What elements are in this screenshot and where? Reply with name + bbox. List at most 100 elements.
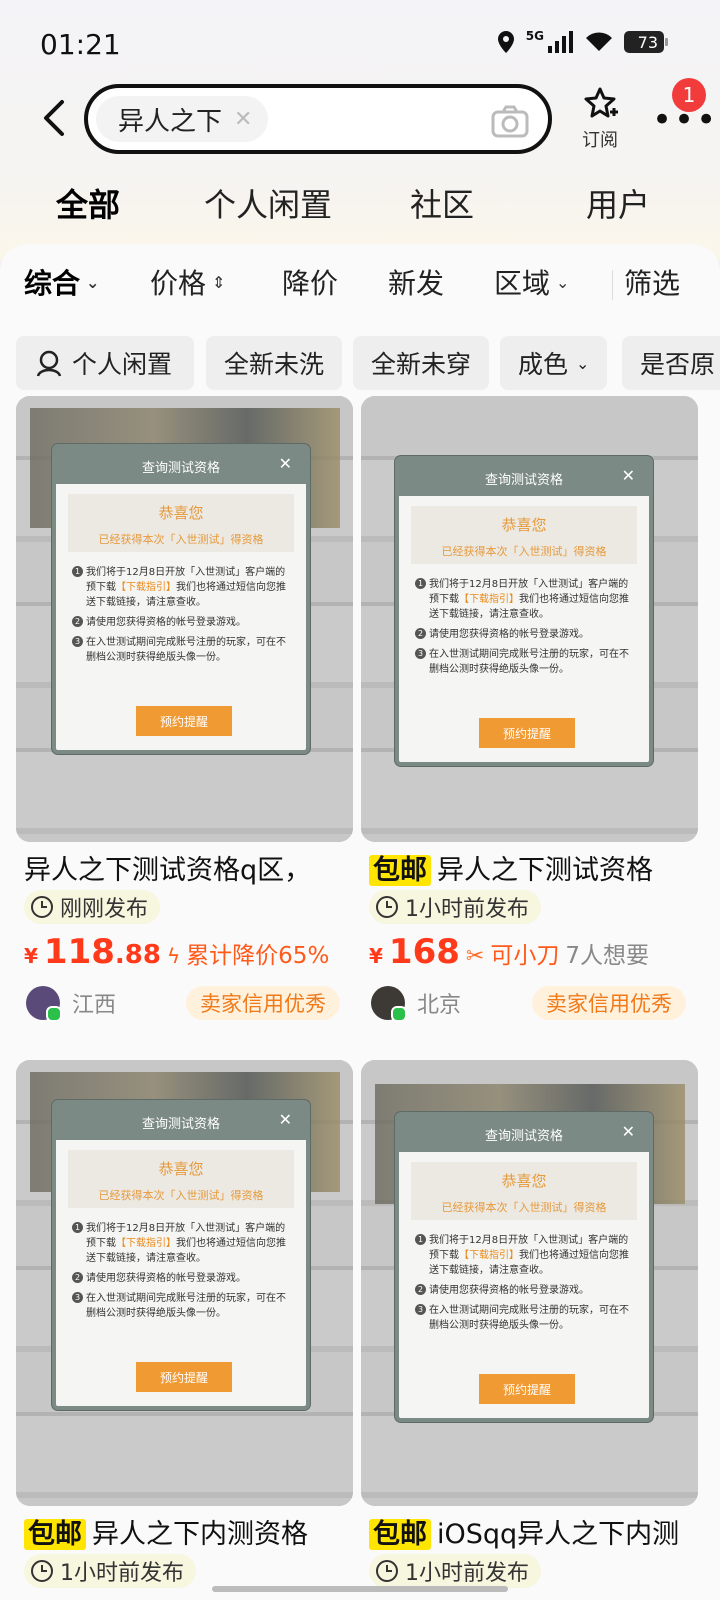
filter-condition-label: 成色 (518, 350, 569, 379)
dialog-item-3: 在入世测试期间完成账号注册的玩家，可在不删档公测时获得绝版头像一份。 (429, 1305, 629, 1331)
sort-price[interactable]: 价格 ⇕ (150, 262, 225, 302)
clock-icon (376, 896, 398, 918)
listing-title-text: 异人之下内测资格 (92, 1519, 308, 1550)
filter-brand-new-unworn[interactable]: 全新未穿 (353, 336, 490, 390)
home-indicator[interactable] (212, 1586, 508, 1592)
dialog-screenshot: 查询测试资格 ✕ 恭喜您 已经获得本次「入世测试」得资格 1 我们将于12月8日开放「… (395, 456, 653, 766)
sort-toggle-icon: ⇕ (212, 272, 226, 292)
filter-brand-new-unwashed[interactable]: 全新未洗 (206, 336, 343, 390)
subscribe-label: 订阅 (582, 130, 618, 151)
dialog-item-1-link: 【下载指引】 (116, 582, 176, 593)
dialog-item-2: 请使用您获得资格的帐号登录游戏。 (86, 617, 246, 628)
knife-icon: ✂ (465, 944, 485, 969)
dialog-item-2: 请使用您获得资格的帐号登录游戏。 (429, 629, 589, 640)
currency-symbol: ¥ (369, 944, 383, 968)
dialog-item-2: 请使用您获得资格的帐号登录游戏。 (429, 1285, 589, 1296)
sort-newest[interactable]: 新发 (388, 262, 444, 302)
subscribe-button[interactable]: 订阅 (574, 86, 626, 152)
status-bar: 01:21 5G 73 (0, 0, 720, 80)
listing-image[interactable]: 查询测试资格 ✕ 恭喜您 已经获得本次「入世测试」得资格 1 我们将于12月8日开放「… (361, 1060, 698, 1506)
dialog-header: 查询测试资格 (484, 472, 563, 488)
listing-image[interactable]: 查询测试资格 ✕ 恭喜您 已经获得本次「入世测试」得资格 1 我们将于12月8日开放「… (16, 396, 353, 842)
battery-icon: 73 (624, 31, 668, 53)
wants-count: 7人想要 (565, 943, 649, 969)
listing-title[interactable]: 包邮 异人之下测试资格 (369, 848, 709, 887)
chevron-down-icon: ⌄ (556, 272, 570, 292)
tab-users[interactable]: 用户 (586, 180, 650, 226)
price-drop-label: 累计降价65% (186, 943, 330, 969)
back-arrow-icon[interactable] (36, 98, 76, 138)
price-row: ¥ 168 ✂ 可小刀 7人想要 (369, 932, 649, 972)
top-tabs: 全部 个人闲置 社区 用户 (0, 180, 720, 230)
dialog-item-1-link: 【下载指引】 (459, 1250, 519, 1261)
listing-title[interactable]: 包邮 iOSqq异人之下内测 (369, 1512, 709, 1551)
price-value: 118.88 (44, 932, 161, 972)
sort-newest-label: 新发 (388, 267, 445, 300)
search-query-text: 异人之下 (118, 106, 223, 137)
listing-title[interactable]: 异人之下测试资格q区， (24, 848, 344, 887)
filter-original[interactable]: 是否原 (622, 336, 720, 390)
dialog-header: 查询测试资格 (484, 1128, 563, 1144)
close-icon: ✕ (278, 454, 292, 473)
sort-region[interactable]: 区域 ⌄ (494, 262, 569, 302)
sort-filter-label: 筛选 (624, 267, 681, 300)
search-box[interactable]: 异人之下 ✕ (84, 84, 552, 154)
dialog-button: 预约提醒 (136, 706, 232, 736)
dialog-screenshot: 查询测试资格 ✕ 恭喜您 已经获得本次「入世测试」得资格 1 我们将于12月8日开放「… (52, 444, 310, 754)
seller-location: 江西 (72, 993, 117, 1018)
price-main: 168 (388, 932, 460, 972)
dialog-item-1-link: 【下载指引】 (459, 594, 519, 605)
sort-region-label: 区域 (494, 267, 551, 300)
publish-time: 刚刚发布 (60, 897, 149, 922)
more-options-icon[interactable]: ••• (652, 103, 718, 137)
close-icon: ✕ (278, 1110, 292, 1129)
sort-comprehensive-label: 综合 (24, 267, 81, 300)
sort-divider (612, 270, 613, 300)
seller-info[interactable]: 江西 (26, 986, 117, 1022)
dialog-item-2: 请使用您获得资格的帐号登录游戏。 (86, 1273, 246, 1284)
tab-all[interactable]: 全部 (53, 180, 123, 226)
publish-time-badge: 刚刚发布 (24, 890, 161, 924)
price-decimal: .88 (114, 940, 161, 970)
notification-badge: 1 (672, 78, 706, 112)
listing-title-text: iOSqq异人之下内测 (437, 1519, 680, 1550)
seller-info[interactable]: 北京 (371, 986, 461, 1022)
credit-badge: 卖家信用优秀 (186, 986, 340, 1020)
camera-icon[interactable] (490, 102, 530, 142)
sort-price-label: 价格 (150, 267, 207, 300)
dialog-subtitle: 已经获得本次「入世测试」得资格 (441, 1201, 607, 1214)
clock-icon (376, 1560, 398, 1582)
search-query-chip[interactable]: 异人之下 ✕ (96, 96, 269, 142)
seller-avatar[interactable] (371, 986, 407, 1022)
publish-time: 1小时前发布 (60, 1561, 184, 1586)
seller-avatar[interactable] (26, 986, 62, 1022)
dialog-button: 预约提醒 (136, 1362, 232, 1392)
sort-filter[interactable]: 筛选 (624, 262, 680, 302)
sort-price-drop-label: 降价 (282, 267, 339, 300)
listing-title[interactable]: 包邮 异人之下内测资格 (24, 1512, 344, 1551)
tab-community[interactable]: 社区 (410, 180, 474, 226)
sort-comprehensive[interactable]: 综合 ⌄ (24, 262, 99, 302)
free-shipping-tag: 包邮 (24, 1519, 86, 1550)
price-row: ¥ 118.88 ϟ 累计降价65% (24, 932, 329, 972)
filter-condition[interactable]: 成色 ⌄ (500, 336, 608, 390)
dialog-subtitle: 已经获得本次「入世测试」得资格 (441, 545, 607, 558)
publish-time-badge: 1小时前发布 (24, 1554, 196, 1588)
listing-image[interactable]: 查询测试资格 ✕ 恭喜您 已经获得本次「入世测试」得资格 1 我们将于12月8日开放「… (361, 396, 698, 842)
dialog-header: 查询测试资格 (141, 460, 220, 476)
credit-badge: 卖家信用优秀 (532, 986, 686, 1020)
sort-price-drop[interactable]: 降价 (282, 262, 338, 302)
listing-image[interactable]: 查询测试资格 ✕ 恭喜您 已经获得本次「入世测试」得资格 1 我们将于12月8日开放「… (16, 1060, 353, 1506)
clear-query-icon[interactable]: ✕ (234, 107, 252, 132)
dialog-item-3: 在入世测试期间完成账号注册的玩家，可在不删档公测时获得绝版头像一份。 (429, 649, 629, 675)
chevron-down-icon: ⌄ (576, 353, 590, 373)
free-shipping-tag: 包邮 (369, 855, 431, 886)
publish-time: 1小时前发布 (405, 1561, 529, 1586)
tab-personal-idle[interactable]: 个人闲置 (204, 180, 332, 226)
close-icon: ✕ (621, 1122, 635, 1141)
listing-title-text: 异人之下测试资格 (437, 855, 653, 886)
filter-personal-idle[interactable]: 个人闲置 (16, 336, 194, 390)
publish-time-badge: 1小时前发布 (369, 890, 541, 924)
battery-level: 73 (637, 32, 658, 52)
bargain-label: 可小刀 (490, 943, 560, 969)
